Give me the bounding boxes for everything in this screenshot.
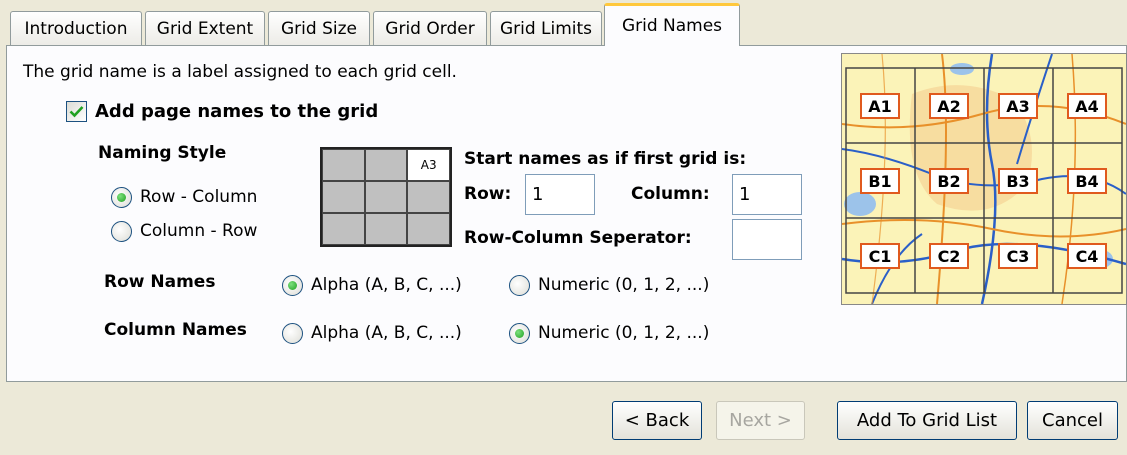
tab-grid-size[interactable]: Grid Size bbox=[268, 11, 370, 46]
column-start-input[interactable] bbox=[732, 174, 802, 215]
description-text: The grid name is a label assigned to eac… bbox=[23, 62, 457, 82]
add-page-names-label: Add page names to the grid bbox=[95, 101, 379, 122]
map-preview-image: A1 A2 A3 A4 B1 B2 B3 B4 C1 C2 C3 C4 bbox=[842, 54, 1126, 304]
radio-selected-dot bbox=[288, 281, 297, 290]
row-column-label: Row - Column bbox=[140, 187, 258, 207]
map-cell-label: C3 bbox=[1007, 247, 1030, 266]
separator-label: Row-Column Seperator: bbox=[464, 228, 692, 248]
naming-style-heading: Naming Style bbox=[98, 143, 227, 163]
preview-cell bbox=[407, 213, 450, 245]
grid-names-panel: The grid name is a label assigned to eac… bbox=[6, 45, 1127, 382]
map-cell-label: A3 bbox=[1006, 97, 1030, 116]
radio-selected-dot bbox=[515, 329, 524, 338]
preview-cell bbox=[322, 181, 365, 213]
column-row-radio[interactable] bbox=[111, 221, 132, 242]
column-names-alpha-label: Alpha (A, B, C, ...) bbox=[311, 323, 462, 343]
tab-bar: Introduction Grid Extent Grid Size Grid … bbox=[0, 0, 1127, 46]
map-cell-label: A4 bbox=[1075, 97, 1099, 116]
column-start-label: Column: bbox=[631, 184, 710, 204]
tab-label: Introduction bbox=[24, 19, 128, 39]
next-button[interactable]: Next > bbox=[716, 401, 805, 440]
column-names-numeric-label: Numeric (0, 1, 2, ...) bbox=[538, 323, 710, 343]
tab-grid-extent[interactable]: Grid Extent bbox=[145, 11, 265, 46]
map-cell-label: C4 bbox=[1076, 247, 1099, 266]
naming-preview-grid: A3 bbox=[320, 147, 452, 247]
start-names-heading: Start names as if first grid is: bbox=[464, 149, 747, 169]
tab-label: Grid Extent bbox=[156, 19, 254, 39]
tab-label: Grid Order bbox=[385, 19, 475, 39]
map-preview: A1 A2 A3 A4 B1 B2 B3 B4 C1 C2 C3 C4 bbox=[841, 53, 1127, 305]
column-row-label: Column - Row bbox=[140, 221, 258, 241]
row-names-alpha-radio[interactable] bbox=[282, 275, 303, 296]
preview-cell bbox=[407, 181, 450, 213]
column-names-alpha-radio[interactable] bbox=[282, 323, 303, 344]
add-to-grid-list-button[interactable]: Add To Grid List bbox=[837, 401, 1017, 440]
cancel-button[interactable]: Cancel bbox=[1027, 401, 1118, 440]
add-page-names-checkbox[interactable] bbox=[66, 101, 87, 122]
separator-input[interactable] bbox=[732, 219, 802, 260]
preview-cell bbox=[364, 181, 408, 213]
tab-label: Grid Limits bbox=[499, 19, 593, 39]
map-cell-label: B3 bbox=[1006, 172, 1029, 191]
map-cell-label: A1 bbox=[868, 97, 892, 116]
map-cell-label: C2 bbox=[938, 247, 961, 266]
column-names-numeric-radio[interactable] bbox=[509, 323, 530, 344]
tab-introduction[interactable]: Introduction bbox=[10, 11, 142, 46]
row-names-numeric-label: Numeric (0, 1, 2, ...) bbox=[538, 275, 710, 295]
radio-selected-dot bbox=[117, 193, 126, 202]
map-cell-label: C1 bbox=[869, 247, 892, 266]
tab-label: Grid Names bbox=[621, 16, 723, 36]
column-names-label: Column Names bbox=[104, 320, 247, 340]
preview-cell bbox=[322, 213, 365, 245]
preview-cell bbox=[364, 213, 408, 245]
tab-grid-order[interactable]: Grid Order bbox=[373, 11, 487, 46]
row-start-input[interactable] bbox=[525, 174, 595, 215]
preview-cell bbox=[322, 149, 365, 181]
row-start-label: Row: bbox=[464, 184, 512, 204]
preview-cell bbox=[364, 149, 408, 181]
tab-grid-names[interactable]: Grid Names bbox=[604, 3, 740, 46]
row-column-radio[interactable] bbox=[111, 187, 132, 208]
row-names-numeric-radio[interactable] bbox=[509, 275, 530, 296]
tab-grid-limits[interactable]: Grid Limits bbox=[490, 11, 602, 46]
map-cell-label: B4 bbox=[1075, 172, 1098, 191]
back-button[interactable]: < Back bbox=[612, 401, 702, 440]
checkmark-icon bbox=[69, 106, 84, 118]
row-names-alpha-label: Alpha (A, B, C, ...) bbox=[311, 275, 462, 295]
map-cell-label: A2 bbox=[937, 97, 961, 116]
row-names-label: Row Names bbox=[104, 272, 216, 292]
map-cell-label: B1 bbox=[868, 172, 891, 191]
tab-label: Grid Size bbox=[281, 19, 357, 39]
preview-cell-highlight: A3 bbox=[407, 149, 450, 181]
map-cell-label: B2 bbox=[937, 172, 960, 191]
